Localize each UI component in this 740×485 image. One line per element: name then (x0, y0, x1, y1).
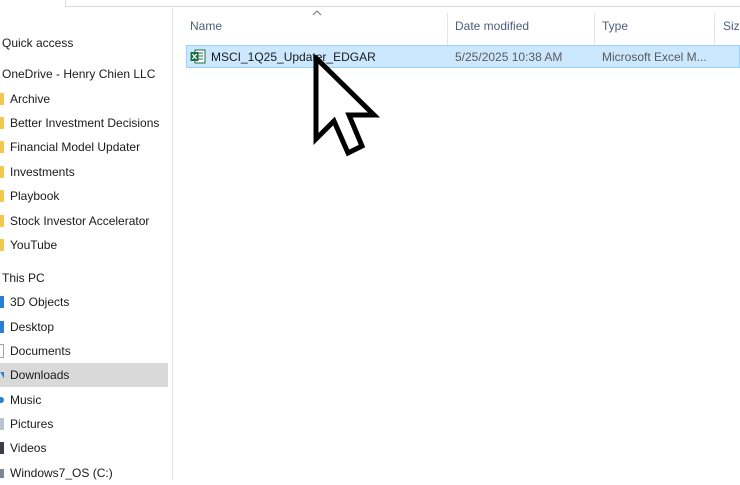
column-header-date-modified[interactable]: Date modified (455, 7, 595, 45)
nav-label: OneDrive - Henry Chien LLC (2, 67, 156, 81)
mouse-cursor-icon (313, 55, 381, 157)
column-header-label: Size (723, 19, 740, 33)
nav-label: Downloads (10, 368, 70, 382)
address-bar-edge (0, 0, 740, 7)
nav-label: Investments (10, 165, 75, 179)
documents-icon (0, 344, 4, 358)
folder-icon (0, 239, 4, 251)
nav-item-investments[interactable]: Investments (0, 160, 168, 184)
column-header-label: Date modified (455, 19, 530, 33)
nav-label: Archive (10, 92, 51, 106)
column-header-size[interactable]: Size (723, 7, 740, 45)
nav-item-archive[interactable]: Archive (0, 87, 168, 111)
nav-label: Playbook (10, 189, 60, 203)
nav-item-youtube[interactable]: YouTube (0, 233, 168, 257)
excel-icon (190, 49, 206, 64)
nav-onedrive[interactable]: OneDrive - Henry Chien LLC (0, 62, 170, 86)
nav-quick-access[interactable]: Quick access (0, 31, 170, 55)
pictures-icon (0, 418, 4, 430)
nav-item-windows7-os[interactable]: Windows7_OS (C:) (0, 461, 168, 485)
nav-item-desktop[interactable]: Desktop (0, 315, 168, 339)
drive-icon (0, 468, 4, 478)
folder-icon (0, 141, 4, 153)
file-row[interactable]: MSCI_1Q25_Updater_EDGAR 5/25/2025 10:38 … (186, 45, 740, 68)
nav-label: Better Investment Decisions (10, 116, 160, 130)
column-header-bar: Name Date modified Type Size (173, 7, 740, 47)
column-divider[interactable] (447, 13, 448, 47)
nav-item-stock-investor-accelerator[interactable]: Stock Investor Accelerator (0, 209, 168, 233)
file-type: Microsoft Excel M... (602, 49, 707, 64)
nav-label: Financial Model Updater (10, 140, 141, 154)
folder-icon (0, 93, 4, 105)
videos-icon (0, 442, 4, 454)
column-header-type[interactable]: Type (602, 7, 714, 45)
nav-label: Music (10, 393, 42, 407)
column-header-label: Type (602, 19, 629, 33)
nav-item-documents[interactable]: Documents (0, 339, 168, 363)
nav-label: 3D Objects (10, 295, 70, 309)
folder-icon (0, 166, 4, 178)
nav-item-pictures[interactable]: Pictures (0, 412, 168, 436)
folder-icon (0, 117, 4, 129)
nav-label: Windows7_OS (C:) (10, 466, 113, 480)
downloads-icon (0, 371, 4, 379)
nav-label: Videos (10, 441, 47, 455)
nav-item-financial-model-updater[interactable]: Financial Model Updater (0, 135, 168, 159)
nav-item-music[interactable]: Music (0, 388, 168, 412)
folder-icon (0, 215, 4, 227)
nav-label: Stock Investor Accelerator (10, 214, 150, 228)
file-date-modified: 5/25/2025 10:38 AM (455, 49, 563, 64)
nav-label: Pictures (10, 417, 54, 431)
sort-ascending-icon (312, 10, 322, 16)
nav-label: Documents (10, 344, 71, 358)
column-header-label: Name (190, 19, 223, 33)
nav-this-pc[interactable]: This PC (0, 266, 170, 290)
nav-item-downloads[interactable]: Downloads (0, 363, 168, 387)
nav-item-videos[interactable]: Videos (0, 436, 168, 460)
navigation-pane[interactable]: Quick access OneDrive - Henry Chien LLC … (0, 7, 173, 480)
nav-label: YouTube (10, 238, 58, 252)
3d-objects-icon (0, 296, 4, 308)
nav-label: Desktop (10, 320, 55, 334)
desktop-icon (0, 321, 4, 333)
nav-label: This PC (2, 271, 45, 285)
nav-item-playbook[interactable]: Playbook (0, 184, 168, 208)
nav-item-3d-objects[interactable]: 3D Objects (0, 290, 168, 314)
folder-icon (0, 190, 4, 202)
nav-label: Quick access (2, 36, 74, 50)
music-icon (0, 397, 4, 403)
nav-item-better-investment-decisions[interactable]: Better Investment Decisions (0, 111, 168, 135)
column-divider[interactable] (714, 13, 715, 47)
column-divider[interactable] (594, 13, 595, 47)
